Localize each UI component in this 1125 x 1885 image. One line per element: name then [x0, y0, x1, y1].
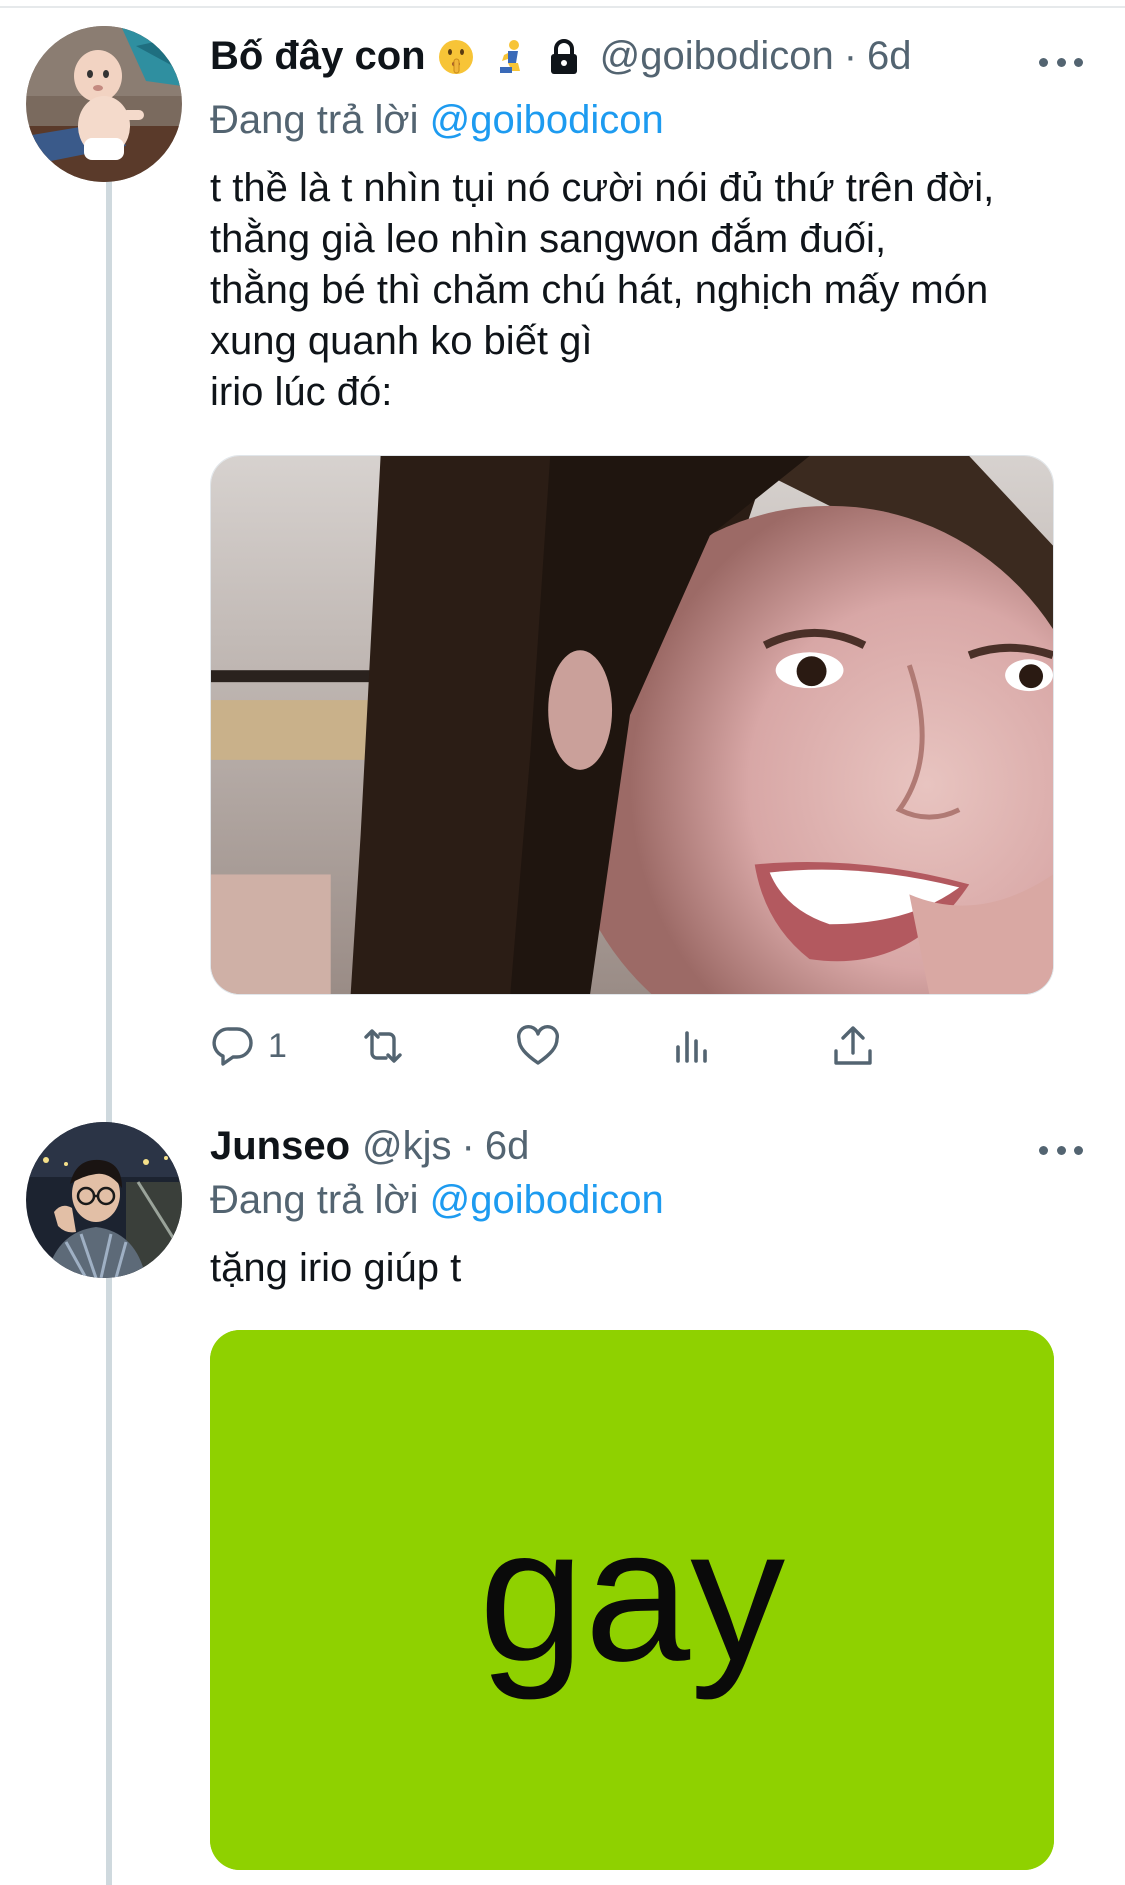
share-button[interactable]	[830, 1020, 876, 1072]
replying-to: Đang trả lời @goibodicon	[210, 98, 664, 143]
tweet-text: t thề là t nhìn tụi nó cười nói đủ thứ t…	[210, 163, 1090, 418]
reply-icon	[212, 1027, 253, 1066]
separator-dot: ·	[461, 1124, 475, 1168]
lock-icon	[544, 37, 584, 77]
reply-count: 1	[268, 1026, 287, 1065]
analytics-icon	[676, 1031, 707, 1063]
replying-to-handle[interactable]: @goibodicon	[430, 1178, 664, 1222]
tweet-actions: 1	[210, 1020, 1010, 1072]
heart-icon	[516, 1024, 560, 1065]
handle[interactable]: @kjs	[362, 1124, 452, 1169]
tweet-photo[interactable]	[210, 455, 1054, 995]
handle[interactable]: @goibodicon	[600, 34, 834, 79]
tweet-text-line: thằng bé thì chăm chú hát, nghịch mấy mó…	[210, 268, 989, 312]
timestamp[interactable]: 6d	[867, 34, 912, 79]
tweet-text-line: irio lúc đó:	[210, 370, 393, 414]
image-caption-text: gay	[479, 1489, 785, 1701]
shushing-face-emoji	[436, 37, 476, 77]
display-name[interactable]: Junseo	[210, 1124, 350, 1169]
share-icon	[834, 1026, 872, 1065]
avatar[interactable]	[26, 1122, 182, 1278]
retweet-button[interactable]	[360, 1020, 418, 1072]
tweet-text: tặng irio giúp t	[210, 1243, 1090, 1294]
tweet-text-line: thằng già leo nhìn sangwon đắm đuối,	[210, 217, 887, 261]
views-button[interactable]	[670, 1020, 728, 1072]
more-options-icon[interactable]	[1039, 1140, 1083, 1160]
tweet-thread: Bố đây con @goibodicon · 6d Đang trả lời…	[0, 0, 1125, 1885]
more-options-icon[interactable]	[1039, 52, 1083, 72]
tweet-header: Bố đây con @goibodicon · 6d	[210, 34, 912, 79]
tweet-text-line: tặng irio giúp t	[210, 1246, 462, 1290]
retweet-icon	[364, 1029, 402, 1063]
timestamp[interactable]: 6d	[485, 1124, 530, 1169]
replying-to-label: Đang trả lời	[210, 1178, 419, 1222]
tweet-text-line: t thề là t nhìn tụi nó cười nói đủ thứ t…	[210, 166, 995, 210]
reply-button[interactable]: 1	[210, 1020, 287, 1072]
tweet-header: Junseo @kjs · 6d	[210, 1124, 529, 1169]
replying-to: Đang trả lời @goibodicon	[210, 1178, 664, 1223]
avatar[interactable]	[26, 26, 182, 182]
replying-to-handle[interactable]: @goibodicon	[430, 98, 664, 142]
replying-to-label: Đang trả lời	[210, 98, 419, 142]
separator-dot: ·	[843, 34, 858, 78]
display-name[interactable]: Bố đây con	[210, 34, 426, 79]
person-kneeling-emoji	[490, 37, 530, 77]
tweet-text-line: xung quanh ko biết gì	[210, 319, 593, 363]
tweet-image[interactable]: gay	[210, 1330, 1054, 1870]
like-button[interactable]	[515, 1020, 573, 1072]
thread-connector-line	[106, 180, 112, 1885]
divider	[0, 6, 1125, 8]
